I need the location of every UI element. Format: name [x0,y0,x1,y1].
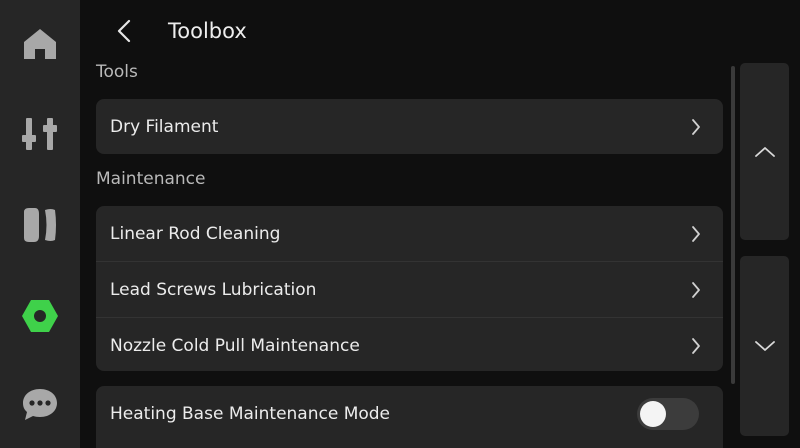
hex-nut-icon [22,300,58,332]
chat-icon [23,389,57,420]
sidebar-item-home[interactable] [0,14,80,74]
filament-icon [24,208,56,242]
tools-card: Dry Filament [96,99,723,154]
chevron-up-icon [754,146,775,157]
chevron-right-icon [692,337,700,354]
list-item-label: Nozzle Cold Pull Maintenance [110,335,360,356]
list-item-label: Lead Screws Lubrication [110,279,317,300]
list-item-label: Dry Filament [110,116,219,137]
scrollbar[interactable] [731,66,735,384]
scroll-down-button[interactable] [740,256,789,436]
chevron-right-icon [692,118,700,135]
scroll-up-button[interactable] [740,63,789,240]
list-item-nozzle-cold-pull[interactable]: Nozzle Cold Pull Maintenance [96,317,723,371]
list-item-label: Heating Base Maintenance Mode [110,403,391,424]
chevron-right-icon [692,281,700,298]
home-icon [24,29,56,59]
list-item-linear-rod-cleaning[interactable]: Linear Rod Cleaning [96,206,723,261]
sidebar-item-filament[interactable] [0,195,80,255]
maintenance-card: Linear Rod Cleaning Lead Screws Lubricat… [96,206,723,371]
list-item-dry-filament[interactable]: Dry Filament [96,99,723,154]
sidebar-item-controls[interactable] [0,104,80,164]
list-item-lead-screws-lubrication[interactable]: Lead Screws Lubrication [96,261,723,317]
sidebar [0,0,80,448]
page-title: Toolbox [168,19,247,43]
chevron-right-icon [692,225,700,242]
section-label-tools: Tools [96,62,138,82]
sliders-icon [22,118,57,150]
chevron-left-icon [117,19,131,43]
heating-base-maintenance-toggle[interactable] [637,397,699,430]
list-item-label: Linear Rod Cleaning [110,223,281,244]
section-label-maintenance: Maintenance [96,169,206,189]
back-button[interactable] [108,14,140,48]
chevron-down-icon [754,341,775,351]
list-item-heating-base-maintenance: Heating Base Maintenance Mode [96,386,723,441]
settings-card: Heating Base Maintenance Mode [96,386,723,448]
sidebar-item-toolbox[interactable] [0,286,80,346]
toggle-knob [640,400,666,427]
sidebar-item-messages[interactable] [0,374,80,434]
